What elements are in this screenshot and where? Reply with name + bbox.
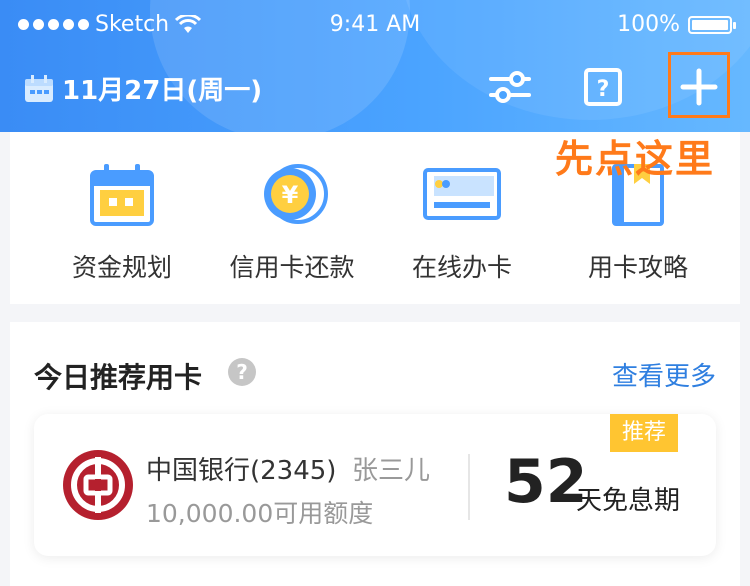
- action-label: 用卡攻略: [587, 253, 688, 282]
- tutorial-hint: 先点这里: [555, 137, 716, 181]
- filter-button[interactable]: [487, 64, 533, 110]
- date-label: 11月27日(周一): [62, 76, 263, 106]
- svg-text:?: ?: [597, 77, 610, 102]
- card-icon: [423, 168, 501, 220]
- help-icon[interactable]: ?: [228, 358, 256, 386]
- help-button[interactable]: ?: [580, 64, 626, 110]
- battery-icon: [688, 15, 736, 34]
- status-bar: Sketch 9:41 AM 100%: [0, 10, 750, 44]
- help-square-icon: ?: [584, 68, 622, 106]
- yen-coin-icon: ¥: [264, 164, 328, 224]
- battery: 100%: [617, 12, 736, 37]
- interest-free-days: 52: [504, 447, 588, 517]
- action-apply-card[interactable]: 在线办卡: [382, 162, 542, 284]
- svg-text:¥: ¥: [282, 181, 299, 209]
- header: Sketch 9:41 AM 100% 11月27日(周一) ?: [0, 0, 750, 132]
- bank-of-china-logo: [63, 450, 133, 520]
- date-selector[interactable]: 11月27日(周一): [24, 70, 262, 107]
- available-limit: 10,000.00可用额度: [146, 499, 374, 528]
- action-label: 在线办卡: [411, 253, 512, 282]
- recommend-section: 今日推荐用卡 ? 查看更多 中国银行(2345) 张三儿 10,000.00可用…: [10, 322, 740, 586]
- action-fund-planning[interactable]: 资金规划: [42, 162, 202, 284]
- recommended-card[interactable]: 中国银行(2345) 张三儿 10,000.00可用额度 52 天免息期 推荐: [34, 414, 716, 556]
- section-title: 今日推荐用卡: [34, 361, 203, 394]
- tutorial-highlight: [668, 52, 730, 118]
- card-owner: 张三儿: [352, 456, 431, 486]
- bank-name: 中国银行(2345): [146, 456, 337, 486]
- app-screen: Sketch 9:41 AM 100% 11月27日(周一) ? 资金规划 ¥ …: [0, 0, 750, 586]
- view-more-link[interactable]: 查看更多: [612, 356, 716, 393]
- interest-free-label: 天免息期: [576, 486, 681, 516]
- calendar-plan-icon: [90, 164, 154, 226]
- recommend-badge: 推荐: [610, 414, 678, 452]
- action-label: 资金规划: [71, 253, 172, 282]
- action-label: 信用卡还款: [229, 253, 355, 282]
- battery-percent: 100%: [617, 12, 680, 37]
- divider: [468, 454, 470, 520]
- action-credit-repayment[interactable]: ¥ 信用卡还款: [212, 162, 372, 284]
- sliders-icon: [489, 71, 531, 103]
- calendar-icon: [25, 74, 53, 102]
